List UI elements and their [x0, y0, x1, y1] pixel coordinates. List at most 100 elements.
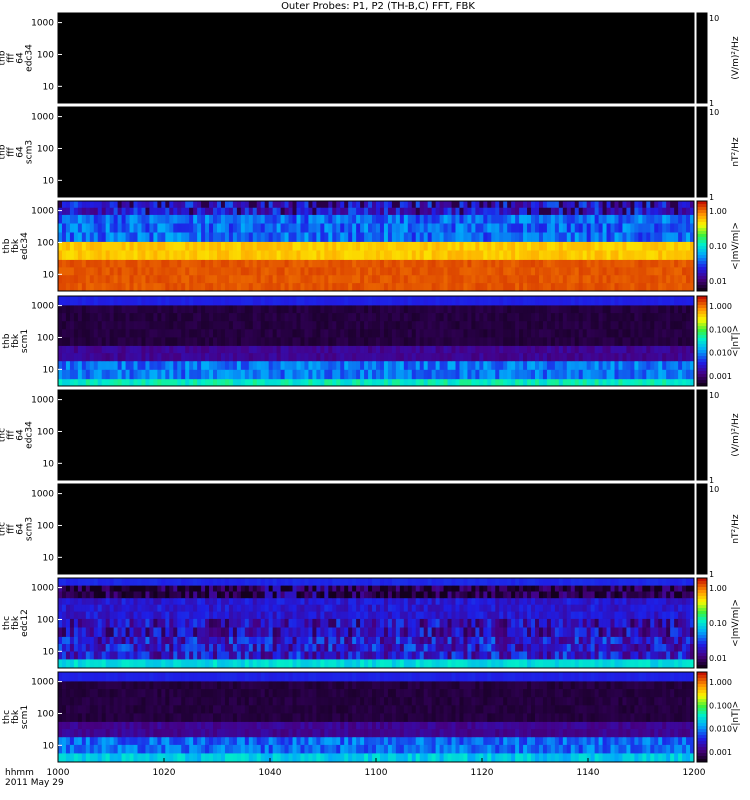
colorbar-step — [697, 711, 707, 715]
colorbar-step — [697, 638, 707, 642]
y-tick-label: 1000 — [31, 113, 54, 123]
colorbar-step — [697, 593, 707, 597]
colorbar-step — [697, 605, 707, 609]
colorbar-tick-label: 0.10 — [709, 619, 727, 628]
plot-area — [58, 107, 694, 197]
colorbar-tick-label: 0.01 — [709, 654, 727, 663]
colorbar-tick-label: 10 — [709, 14, 719, 23]
colorbar-tick-label: 0.10 — [709, 242, 727, 251]
colorbar-step — [697, 341, 707, 345]
colorbar-step — [697, 696, 707, 700]
colorbar-step — [697, 653, 707, 657]
panel-ylabel-line: edc34 — [20, 232, 30, 260]
colorbar-step — [697, 282, 707, 286]
colorbar-label: nT²/Hz — [731, 137, 741, 167]
panel-thb-fbk-scm1: 100010010thbfbkscm11.0000.1000.0100.001<… — [2, 295, 741, 387]
colorbar-step — [697, 234, 707, 238]
colorbar-step — [697, 249, 707, 253]
colorbar-step — [697, 714, 707, 718]
colorbar-step — [697, 578, 707, 582]
colorbar-step — [697, 335, 707, 339]
colorbar-label: (V/m)²/Hz — [731, 36, 741, 79]
colorbar-step — [697, 735, 707, 739]
panel-ylabel-line: scm3 — [25, 517, 35, 541]
colorbar-step — [697, 243, 707, 247]
colorbar-step — [697, 608, 707, 612]
time-format-label: hhmm — [5, 768, 34, 778]
colorbar-label: (V/m)²/Hz — [731, 413, 741, 456]
colorbar-step — [697, 225, 707, 229]
colorbar-step — [697, 750, 707, 754]
colorbar-step — [697, 756, 707, 760]
colorbar-step — [697, 753, 707, 757]
colorbar-tick-label: 1.000 — [709, 678, 732, 687]
colorbar-fill — [697, 484, 707, 574]
colorbar-label: <|mV/m|> — [731, 222, 741, 270]
colorbar-step — [697, 678, 707, 682]
colorbar-step — [697, 699, 707, 703]
colorbar-step — [697, 258, 707, 262]
colorbar-step — [697, 632, 707, 636]
colorbar-label: <|nT|> — [731, 325, 741, 357]
colorbar-step — [697, 305, 707, 309]
colorbar-step — [697, 273, 707, 277]
colorbar-tick-label: 0.01 — [709, 277, 727, 286]
colorbar-step — [697, 299, 707, 303]
colorbar-step — [697, 602, 707, 606]
colorbar-step — [697, 584, 707, 588]
x-tick-label: 1200 — [683, 768, 706, 778]
x-tick-label: 1040 — [259, 768, 282, 778]
panel-thb-fff-64-scm3: 100010010thbfff64scm3101nT²/Hz — [0, 106, 741, 202]
plot-area — [58, 13, 694, 103]
colorbar-tick-label: 0.001 — [709, 748, 732, 757]
x-tick-label: 1020 — [153, 768, 176, 778]
y-tick-label: 10 — [43, 82, 55, 92]
colorbar-step — [697, 717, 707, 721]
y-tick-label: 10 — [43, 365, 55, 375]
colorbar-step — [697, 237, 707, 241]
colorbar-step — [697, 207, 707, 211]
y-tick-label: 100 — [37, 427, 54, 437]
colorbar-step — [697, 231, 707, 235]
y-tick-label: 1000 — [31, 678, 54, 688]
panel-thc-fbk-edc12: 100010010thcfbkedc121.000.100.01<|mV/m|> — [2, 577, 741, 669]
y-tick-label: 100 — [37, 333, 54, 343]
colorbar-step — [697, 690, 707, 694]
colorbar-step — [697, 311, 707, 315]
colorbar-step — [697, 581, 707, 585]
heatmap-cells — [58, 578, 695, 669]
colorbar-step — [697, 270, 707, 274]
colorbar-step — [697, 353, 707, 357]
colorbar-step — [697, 599, 707, 603]
colorbar-step — [697, 347, 707, 351]
colorbar-step — [697, 326, 707, 330]
colorbar-step — [697, 338, 707, 342]
colorbar-step — [697, 368, 707, 372]
colorbar-step — [697, 219, 707, 223]
panel-ylabel-line: edc34 — [25, 421, 35, 449]
colorbar-step — [697, 302, 707, 306]
colorbar-step — [697, 675, 707, 679]
colorbar-fill — [697, 107, 707, 197]
colorbar-tick-label: 1 — [709, 193, 714, 202]
colorbar-step — [697, 650, 707, 654]
colorbar-step — [697, 264, 707, 268]
y-tick-label: 10 — [43, 741, 55, 751]
colorbar-label: <|nT|> — [731, 701, 741, 733]
colorbar-step — [697, 240, 707, 244]
colorbar-step — [697, 332, 707, 336]
colorbar-step — [697, 204, 707, 208]
colorbar-step — [697, 611, 707, 615]
y-tick-label: 1000 — [31, 19, 54, 29]
colorbar-step — [697, 596, 707, 600]
y-tick-label: 100 — [37, 144, 54, 154]
colorbar-fill — [697, 390, 707, 480]
colorbar-step — [697, 344, 707, 348]
colorbar-label: <|mV/m|> — [731, 599, 741, 647]
heatmap-cells — [58, 296, 695, 387]
colorbar-tick-label: 0.001 — [709, 372, 732, 381]
colorbar-step — [697, 732, 707, 736]
colorbar-step — [697, 362, 707, 366]
colorbar-step — [697, 623, 707, 627]
colorbar-step — [697, 213, 707, 217]
